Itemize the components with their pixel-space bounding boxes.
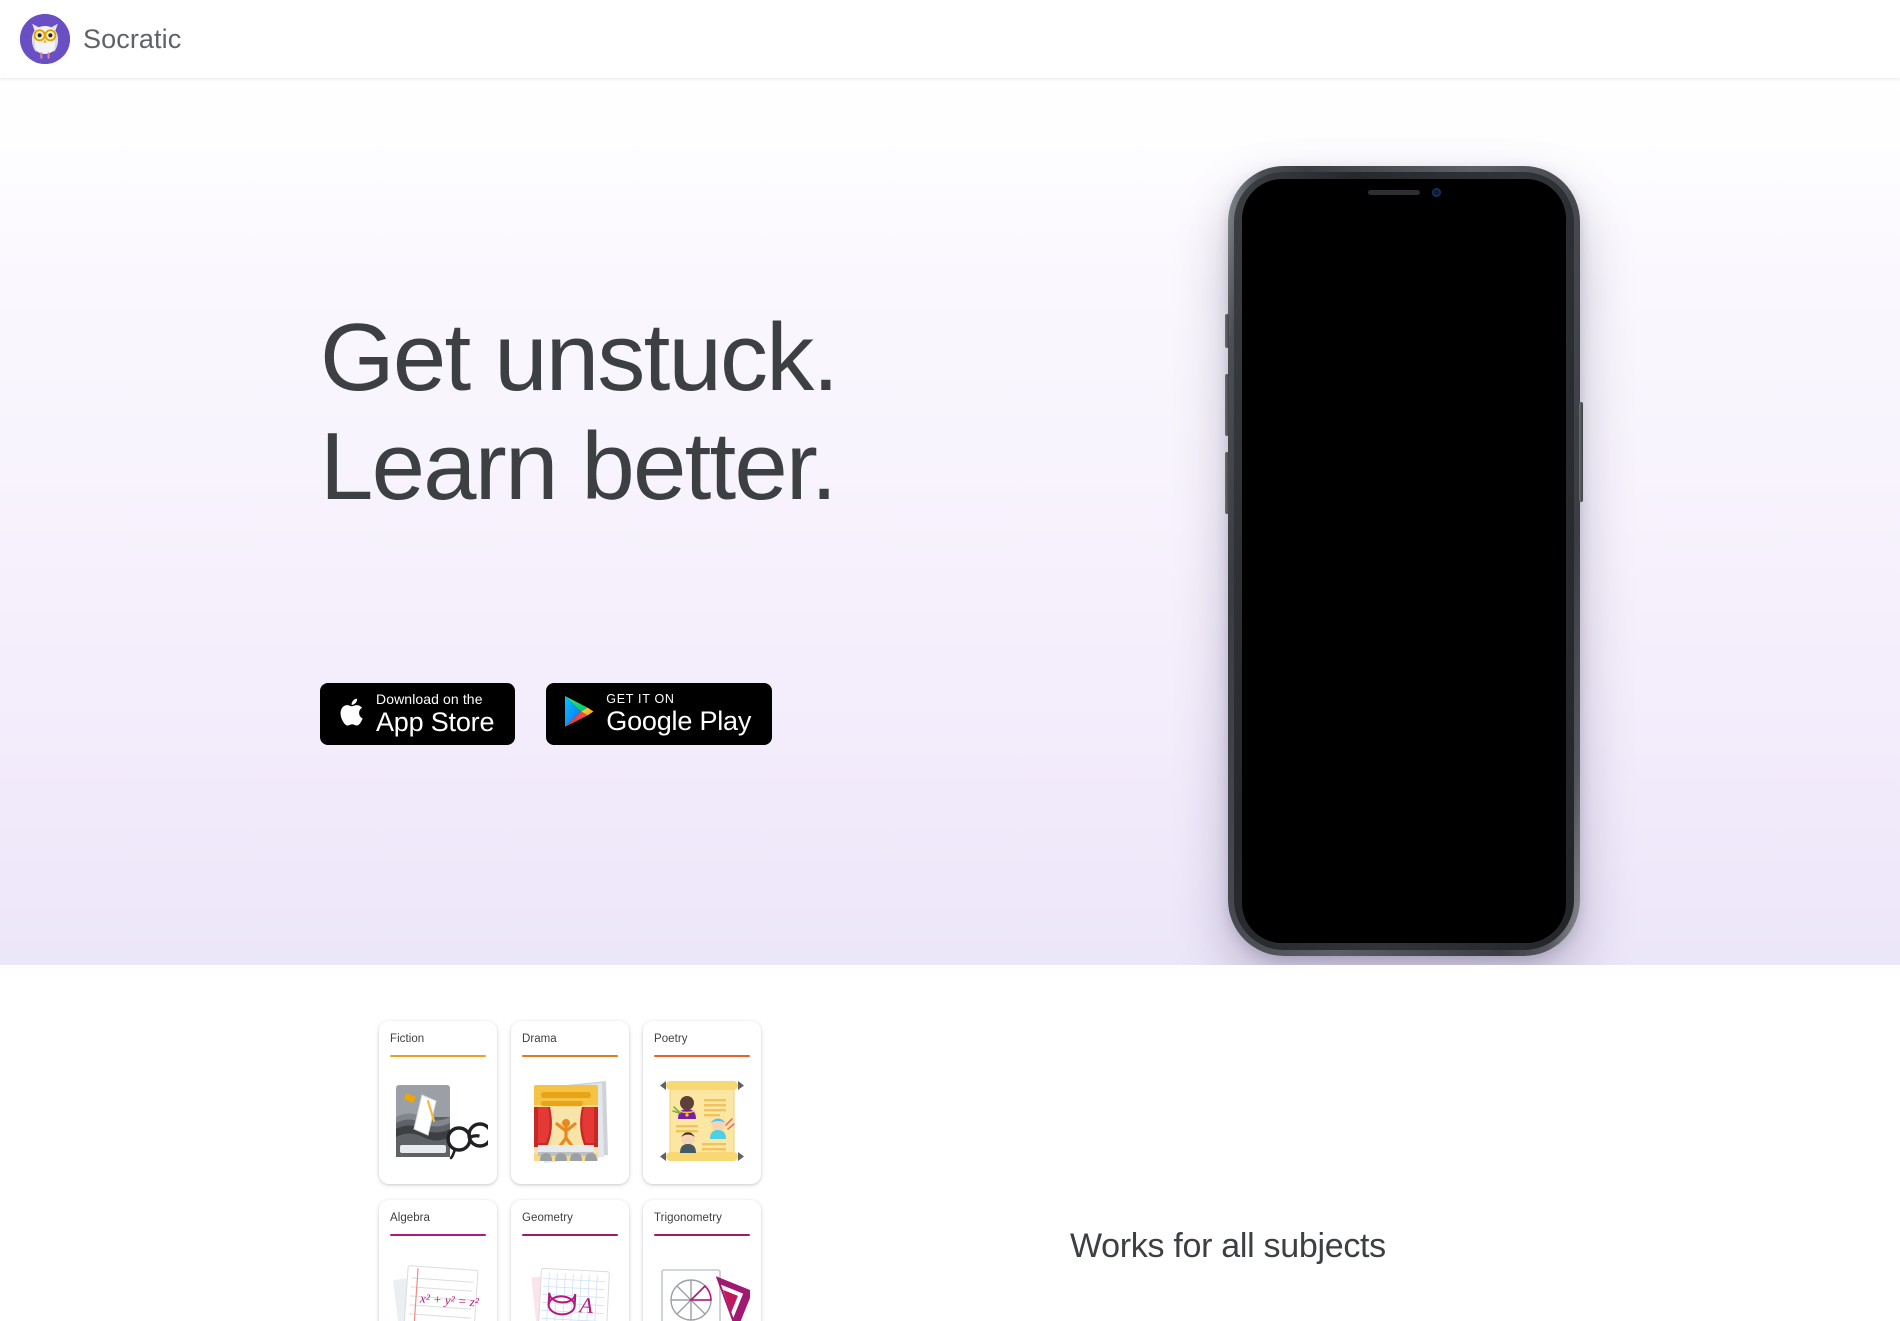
subjects-section: Fiction Drama Poetry Algebra x² + y² = z… <box>0 965 1900 1321</box>
subject-title: Poetry <box>654 1033 688 1045</box>
phone-notch <box>1328 179 1480 206</box>
trigonometry-protractor-icon <box>643 1242 761 1321</box>
google-play-small-text: GET IT ON <box>606 691 675 706</box>
phone-power-button <box>1579 402 1583 502</box>
socratic-owl-icon <box>20 14 70 64</box>
poetry-scroll-icon <box>643 1063 761 1178</box>
subject-rule <box>654 1054 750 1057</box>
subject-rule <box>522 1233 618 1236</box>
subject-cards-grid: Fiction Drama Poetry Algebra x² + y² = z… <box>379 1021 761 1321</box>
site-header: Socratic <box>0 0 1900 78</box>
phone-volume-down-button <box>1225 452 1229 514</box>
fiction-book-glasses-icon <box>379 1063 497 1178</box>
google-play-label: GET IT ON Google Play <box>606 692 751 737</box>
google-play-large-text: Google Play <box>606 706 752 737</box>
iphone-mockup <box>1225 166 1583 956</box>
subjects-heading: Works for all subjects <box>1070 1227 1386 1265</box>
subject-card-geometry[interactable]: Geometry A <box>511 1200 629 1321</box>
hero-section: Get unstuck. Learn better. Download on t… <box>0 78 1900 965</box>
hero-headline: Get unstuck. Learn better. <box>320 303 1080 522</box>
earpiece-speaker-icon <box>1367 190 1420 195</box>
drama-theater-stage-icon <box>511 1063 629 1178</box>
phone-screen <box>1242 179 1566 943</box>
algebra-equations-icon: x² + y² = z² <box>379 1242 497 1321</box>
apple-logo-icon <box>338 696 364 733</box>
front-camera-icon <box>1431 188 1441 197</box>
headline-line-2: Learn better. <box>320 413 837 521</box>
google-play-badge[interactable]: GET IT ON Google Play <box>546 683 773 745</box>
subject-title: Algebra <box>390 1212 430 1224</box>
store-badges: Download on the App Store GET IT ON Goog… <box>320 683 773 745</box>
subject-title: Fiction <box>390 1033 425 1045</box>
subject-rule <box>390 1233 486 1236</box>
app-store-small-text: Download on the <box>376 690 483 707</box>
subject-card-drama[interactable]: Drama <box>511 1021 629 1184</box>
geometry-shapes-icon: A <box>511 1242 629 1321</box>
subject-rule <box>654 1233 750 1236</box>
subject-rule <box>522 1054 618 1057</box>
google-play-icon <box>563 694 595 734</box>
svg-text:A: A <box>577 1292 594 1318</box>
app-store-label: Download on the App Store <box>376 691 494 737</box>
subject-card-poetry[interactable]: Poetry <box>643 1021 761 1184</box>
subject-rule <box>390 1054 486 1057</box>
subject-card-algebra[interactable]: Algebra x² + y² = z² <box>379 1200 497 1321</box>
app-store-badge[interactable]: Download on the App Store <box>320 683 516 745</box>
subject-title: Drama <box>522 1033 557 1045</box>
headline-line-1: Get unstuck. <box>320 304 839 411</box>
subject-card-fiction[interactable]: Fiction <box>379 1021 497 1184</box>
phone-volume-up-button <box>1225 374 1229 436</box>
subject-card-trigonometry[interactable]: Trigonometry <box>643 1200 761 1321</box>
phone-mute-switch <box>1225 314 1229 348</box>
brand-link[interactable]: Socratic <box>20 14 181 64</box>
app-store-large-text: App Store <box>376 706 495 737</box>
socratic-landing-page: Socratic Get unstuck. Learn better. Down… <box>0 0 1900 1321</box>
brand-name: Socratic <box>83 23 182 54</box>
subject-title: Geometry <box>522 1212 573 1224</box>
subject-title: Trigonometry <box>654 1212 722 1224</box>
